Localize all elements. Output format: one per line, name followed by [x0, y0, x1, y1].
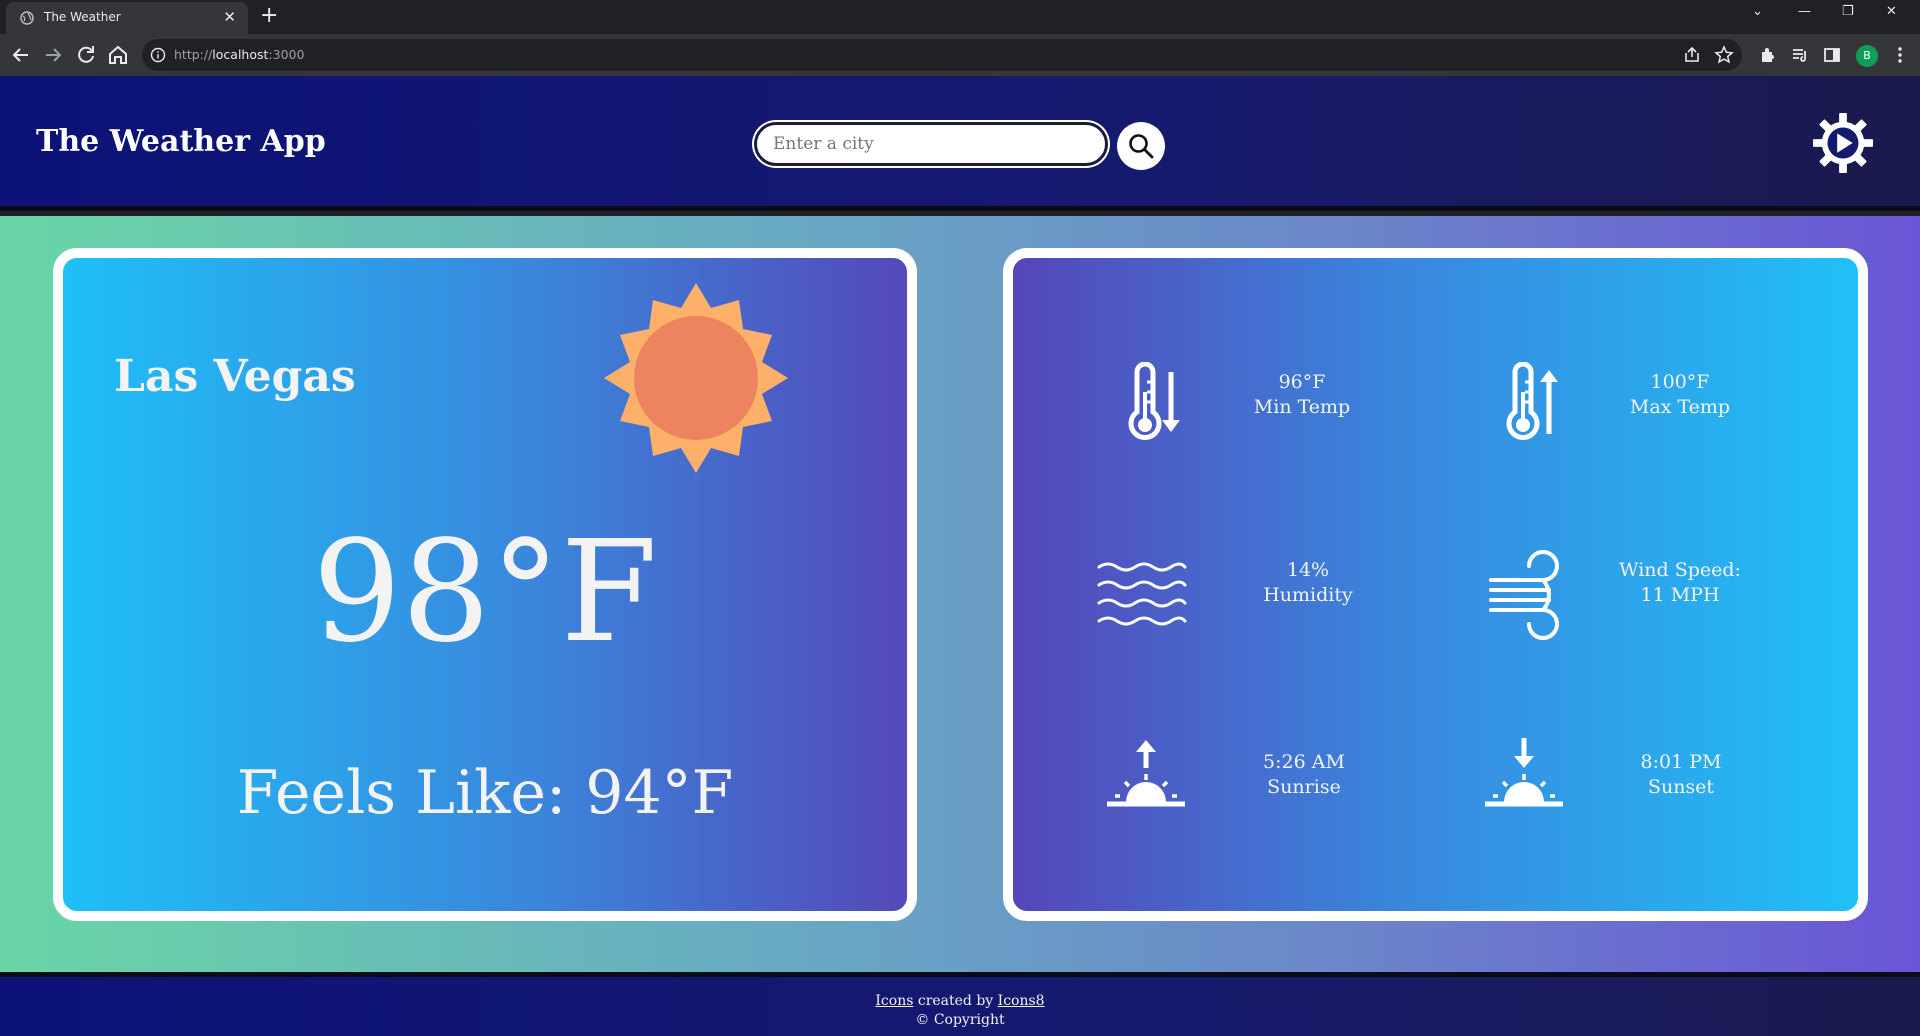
tab-title: The Weather [44, 10, 121, 24]
home-icon[interactable] [106, 43, 130, 67]
sunrise-stat: 5:26 AM Sunrise [1204, 750, 1404, 800]
humidity-stat: 14% Humidity [1208, 558, 1408, 608]
search-button[interactable] [1117, 122, 1165, 170]
bookmark-star-icon[interactable] [1714, 45, 1734, 65]
humidity-waves-icon [1097, 562, 1187, 626]
weather-details-card: 96°F Min Temp 100°F Max Temp 14% Humidit… [1003, 248, 1868, 921]
side-panel-icon[interactable] [1822, 45, 1842, 65]
media-queue-icon[interactable] [1790, 45, 1810, 65]
footer-created-by: created by [913, 993, 998, 1009]
city-name: Las Vegas [114, 351, 356, 402]
humidity-value: 14% [1286, 559, 1330, 581]
close-window-button[interactable]: ✕ [1886, 4, 1897, 19]
min-temp-value: 96°F [1278, 371, 1326, 393]
site-info-icon[interactable] [150, 47, 166, 63]
app-header: The Weather App [0, 76, 1920, 211]
min-temp-label: Min Temp [1253, 396, 1351, 418]
icons8-link[interactable]: Icons8 [998, 993, 1045, 1009]
min-temp-stat: 96°F Min Temp [1202, 370, 1402, 420]
url-port: :3000 [268, 47, 305, 62]
settings-gear-icon[interactable] [1812, 112, 1874, 174]
sunrise-icon [1107, 740, 1185, 807]
browser-menu-icon[interactable] [1890, 45, 1910, 65]
url-text: http://localhost:3000 [174, 47, 304, 62]
browser-tabbar: The Weather ✕ + ⌄ — ❐ ✕ [0, 0, 1920, 34]
sunrise-value: 5:26 AM [1263, 751, 1345, 773]
current-weather-card: Las Vegas 98°F Feels Like: 94°F [53, 248, 917, 921]
browser-toolbar: http://localhost:3000 B [0, 34, 1920, 76]
sun-icon [604, 283, 788, 473]
sunset-label: Sunset [1647, 776, 1715, 798]
wind-stat: Wind Speed: 11 MPH [1580, 558, 1780, 608]
extensions-icon[interactable] [1758, 45, 1778, 65]
max-temp-label: Max Temp [1629, 396, 1731, 418]
icons-link[interactable]: Icons [875, 993, 913, 1009]
back-arrow-icon[interactable] [9, 43, 33, 67]
app-title: The Weather App [36, 124, 326, 159]
wind-value: 11 MPH [1640, 584, 1720, 606]
wind-label: Wind Speed: [1619, 559, 1741, 581]
sunrise-label: Sunrise [1267, 776, 1341, 798]
sunset-icon [1485, 738, 1563, 807]
max-temp-value: 100°F [1650, 371, 1710, 393]
url-host: localhost [212, 47, 269, 62]
url-scheme: http:// [174, 47, 213, 62]
globe-icon [20, 11, 34, 25]
sunset-stat: 8:01 PM Sunset [1581, 750, 1781, 800]
app-main: Las Vegas 98°F Feels Like: 94°F 96°F Min… [0, 216, 1920, 972]
new-tab-button[interactable]: + [260, 3, 278, 29]
feels-like-temperature: Feels Like: 94°F [236, 758, 734, 828]
city-search-input[interactable] [754, 122, 1108, 166]
current-temperature: 98°F [312, 511, 658, 674]
browser-tab[interactable]: The Weather ✕ [6, 2, 248, 34]
tab-close-icon[interactable]: ✕ [223, 8, 236, 26]
search-icon [1129, 134, 1154, 159]
thermometer-up-icon [1506, 362, 1558, 440]
wind-icon [1489, 550, 1559, 640]
share-icon[interactable] [1682, 45, 1702, 65]
profile-avatar[interactable]: B [1856, 45, 1878, 67]
sunset-value: 8:01 PM [1640, 751, 1722, 773]
footer-credits: Icons created by Icons8 [0, 993, 1920, 1009]
thermometer-down-icon [1128, 362, 1180, 440]
address-bar[interactable]: http://localhost:3000 [142, 39, 1742, 71]
forward-arrow-icon[interactable] [41, 43, 65, 67]
minimize-button[interactable]: — [1798, 4, 1811, 19]
reload-icon[interactable] [74, 43, 98, 67]
humidity-label: Humidity [1263, 584, 1353, 606]
tab-search-icon[interactable]: ⌄ [1752, 4, 1763, 19]
footer-copyright: © Copyright [915, 1012, 1005, 1028]
restore-button[interactable]: ❐ [1842, 4, 1854, 19]
max-temp-stat: 100°F Max Temp [1580, 370, 1780, 420]
app-footer: Icons created by Icons8 © Copyright [0, 972, 1920, 1036]
